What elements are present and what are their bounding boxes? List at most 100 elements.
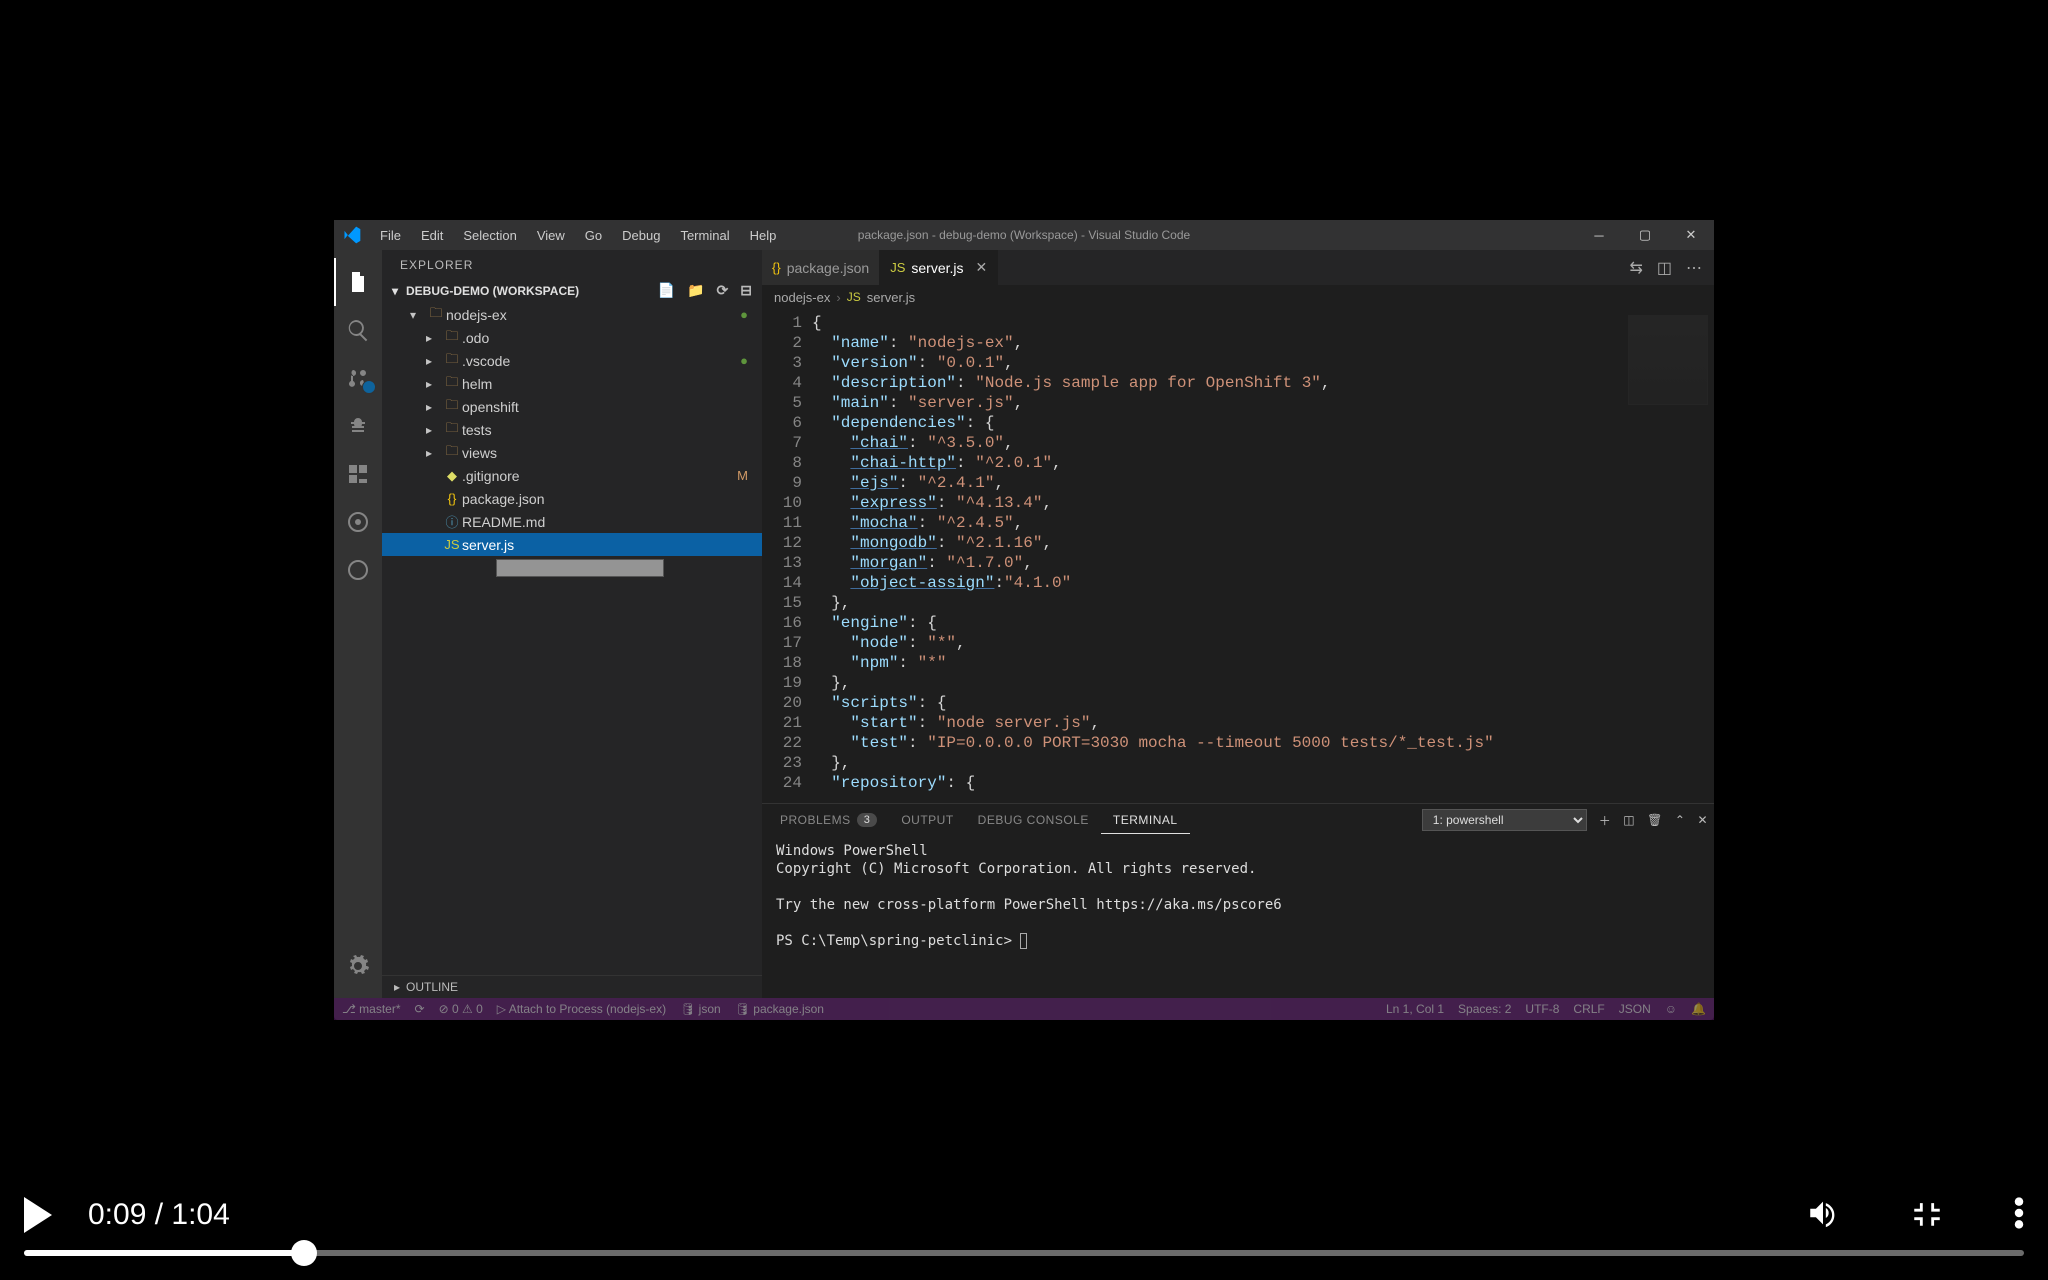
sidebar-title: EXPLORER xyxy=(382,250,762,280)
menu-file[interactable]: File xyxy=(370,228,411,243)
editor[interactable]: 123456789101112131415161718192021222324 … xyxy=(762,309,1714,803)
video-controls: 0:09 / 1:04 xyxy=(0,1120,2048,1280)
tooltip xyxy=(496,559,664,577)
git-modified-icon: M xyxy=(737,468,748,483)
tree-folder[interactable]: ▸🗀tests xyxy=(382,418,762,441)
new-terminal-icon[interactable]: ＋ xyxy=(1599,812,1612,829)
file-tree: ▾🗀 nodejs-ex ● ▸🗀.odo ▸🗀.vscode● ▸🗀helm … xyxy=(382,301,762,975)
split-editor-icon[interactable]: ◫ xyxy=(1657,258,1672,278)
split-terminal-icon[interactable]: ◫ xyxy=(1623,813,1635,827)
activity-accounts[interactable] xyxy=(334,546,382,594)
accounts-icon xyxy=(346,558,370,582)
file-icon: ◆ xyxy=(442,468,462,484)
tree-folder[interactable]: ▸🗀.vscode● xyxy=(382,349,762,372)
play-button[interactable] xyxy=(24,1197,52,1233)
status-spaces[interactable]: Spaces: 2 xyxy=(1458,1002,1511,1016)
minimap[interactable] xyxy=(1628,315,1708,405)
activity-scm[interactable] xyxy=(334,354,382,402)
title-bar: File Edit Selection View Go Debug Termin… xyxy=(334,220,1714,250)
tree-file-package[interactable]: {}package.json xyxy=(382,487,762,510)
tree-file-server[interactable]: JSserver.js xyxy=(382,533,762,556)
menu-edit[interactable]: Edit xyxy=(411,228,453,243)
close-icon[interactable]: ✕ xyxy=(976,259,988,276)
tree-file-readme[interactable]: ⓘREADME.md xyxy=(382,510,762,533)
tab-package-json[interactable]: {} package.json xyxy=(762,250,880,285)
folder-icon: 🗀 xyxy=(442,327,462,349)
status-encoding[interactable]: UTF-8 xyxy=(1525,1002,1559,1016)
window-close-button[interactable]: ✕ xyxy=(1668,220,1714,250)
breadcrumb[interactable]: nodejs-ex › JS server.js xyxy=(762,285,1714,309)
volume-icon[interactable] xyxy=(1806,1196,1840,1235)
breadcrumb-item[interactable]: server.js xyxy=(867,290,915,305)
tree-folder[interactable]: ▸🗀helm xyxy=(382,372,762,395)
progress-thumb[interactable] xyxy=(291,1240,317,1266)
status-mode[interactable]: JSON xyxy=(1619,1002,1651,1016)
sidebar: EXPLORER ▾ DEBUG-DEMO (WORKSPACE) 📄 📁 ⟳ … xyxy=(382,250,762,998)
menu-help[interactable]: Help xyxy=(740,228,787,243)
status-errors[interactable]: ⊘ 0 ⚠ 0 xyxy=(439,1002,483,1016)
js-file-icon: JS xyxy=(442,537,462,552)
status-bell-icon[interactable]: 🔔 xyxy=(1691,1002,1706,1016)
activity-explorer[interactable] xyxy=(334,258,382,306)
tab-label: server.js xyxy=(911,260,963,276)
status-bar: ⎇ master* ⟳ ⊘ 0 ⚠ 0 ▷ Attach to Process … xyxy=(334,998,1714,1020)
explorer-section-header[interactable]: ▾ DEBUG-DEMO (WORKSPACE) 📄 📁 ⟳ ⊟ xyxy=(382,280,762,301)
terminal[interactable]: Windows PowerShell Copyright (C) Microso… xyxy=(762,836,1714,998)
status-cursor[interactable]: Ln 1, Col 1 xyxy=(1386,1002,1444,1016)
status-lang1[interactable]: 🛢 json xyxy=(680,1002,721,1016)
activity-extensions[interactable] xyxy=(334,450,382,498)
breadcrumb-item[interactable]: nodejs-ex xyxy=(774,290,830,305)
tree-file-gitignore[interactable]: ◆.gitignoreM xyxy=(382,464,762,487)
menu-debug[interactable]: Debug xyxy=(612,228,670,243)
menu-go[interactable]: Go xyxy=(575,228,612,243)
new-folder-icon[interactable]: 📁 xyxy=(687,282,704,299)
activity-search[interactable] xyxy=(334,306,382,354)
panel-tab-output[interactable]: OUTPUT xyxy=(889,807,965,833)
refresh-icon[interactable]: ⟳ xyxy=(717,282,729,299)
tree-folder[interactable]: ▸🗀.odo xyxy=(382,326,762,349)
menu-view[interactable]: View xyxy=(527,228,575,243)
search-icon xyxy=(346,318,370,342)
activity-debug[interactable] xyxy=(334,402,382,450)
tree-folder-root[interactable]: ▾🗀 nodejs-ex ● xyxy=(382,303,762,326)
status-lang2[interactable]: 🛢 package.json xyxy=(735,1002,824,1016)
video-progress[interactable] xyxy=(24,1250,2024,1256)
more-actions-icon[interactable]: ⋯ xyxy=(1686,258,1702,278)
collapse-icon[interactable]: ⊟ xyxy=(740,282,752,299)
bug-icon xyxy=(346,414,370,438)
more-options-icon[interactable] xyxy=(2014,1196,2024,1235)
menu-terminal[interactable]: Terminal xyxy=(670,228,739,243)
terminal-select[interactable]: 1: powershell xyxy=(1422,809,1587,831)
panel-tab-terminal[interactable]: TERMINAL xyxy=(1101,807,1190,834)
status-branch[interactable]: ⎇ master* xyxy=(342,1002,401,1016)
activity-openshift[interactable] xyxy=(334,498,382,546)
window-minimize-button[interactable]: ─ xyxy=(1576,220,1622,250)
activity-settings[interactable] xyxy=(334,942,382,990)
outline-section-header[interactable]: ▸OUTLINE xyxy=(382,975,762,998)
tree-label: views xyxy=(462,445,497,461)
tree-folder[interactable]: ▸🗀openshift xyxy=(382,395,762,418)
chevron-up-icon[interactable]: ⌃ xyxy=(1675,813,1686,827)
editor-content[interactable]: { "name": "nodejs-ex", "version": "0.0.1… xyxy=(812,309,1494,803)
json-file-icon: {} xyxy=(772,260,781,275)
exit-fullscreen-icon[interactable] xyxy=(1910,1196,1944,1235)
menu-selection[interactable]: Selection xyxy=(453,228,526,243)
git-status-dot-icon: ● xyxy=(740,353,748,368)
tab-server-js[interactable]: JS server.js ✕ xyxy=(880,250,998,285)
folder-icon: 🗀 xyxy=(442,350,462,372)
panel-tab-problems[interactable]: PROBLEMS 3 xyxy=(768,807,889,833)
window-maximize-button[interactable]: ▢ xyxy=(1622,220,1668,250)
tree-label: server.js xyxy=(462,537,514,553)
status-debug-target[interactable]: ▷ Attach to Process (nodejs-ex) xyxy=(497,1002,666,1016)
new-file-icon[interactable]: 📄 xyxy=(658,282,675,299)
status-sync[interactable]: ⟳ xyxy=(415,1002,425,1016)
json-file-icon: {} xyxy=(442,491,462,506)
info-file-icon: ⓘ xyxy=(442,512,462,531)
compare-changes-icon[interactable]: ⇆ xyxy=(1629,258,1642,278)
status-eol[interactable]: CRLF xyxy=(1573,1002,1604,1016)
kill-terminal-icon[interactable]: 🗑 xyxy=(1647,813,1663,827)
panel-tab-debug[interactable]: DEBUG CONSOLE xyxy=(966,807,1101,833)
status-feedback-icon[interactable]: ☺ xyxy=(1665,1002,1677,1016)
close-panel-icon[interactable]: ✕ xyxy=(1697,813,1708,827)
tree-folder[interactable]: ▸🗀views xyxy=(382,441,762,464)
